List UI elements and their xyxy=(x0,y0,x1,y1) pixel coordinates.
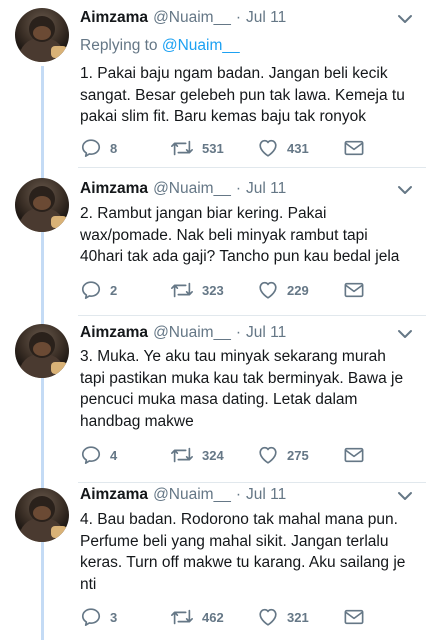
direct-message-button[interactable] xyxy=(344,136,364,160)
tweet-actions: 8 531 431 xyxy=(80,136,380,160)
tweet-actions: 4 324 275 xyxy=(80,443,380,467)
avatar[interactable] xyxy=(15,8,69,62)
reply-button[interactable]: 2 xyxy=(80,278,117,302)
direct-message-button[interactable] xyxy=(344,443,364,467)
reply-count: 2 xyxy=(110,282,118,298)
retweet-count: 531 xyxy=(202,140,224,156)
author-name[interactable]: Aimzama xyxy=(80,9,148,27)
tweet-thread: Aimzama @Nuaim__ · Jul 11 Replying to @N… xyxy=(0,0,426,640)
tweet-text: 1. Pakai baju ngam badan. Jangan beli ke… xyxy=(80,65,405,125)
replying-to-line: Replying to @Nuaim__ xyxy=(80,37,240,55)
reply-count: 3 xyxy=(110,609,118,625)
tweet-actions: 2 323 229 xyxy=(80,278,380,302)
chevron-down-icon[interactable] xyxy=(396,489,414,503)
retweet-icon xyxy=(171,609,193,625)
separator-dot: · xyxy=(235,180,241,197)
avatar[interactable] xyxy=(15,178,69,232)
heart-icon xyxy=(259,608,277,626)
chevron-down-icon[interactable] xyxy=(396,12,414,26)
author-name[interactable]: Aimzama xyxy=(80,486,148,504)
replying-to-label: Replying to xyxy=(80,37,162,54)
like-button[interactable]: 431 xyxy=(257,136,309,160)
retweet-count: 323 xyxy=(202,282,224,298)
like-count: 431 xyxy=(287,140,309,156)
tweet-3[interactable]: Aimzama @Nuaim__ · Jul 11 3. Muka. Ye ak… xyxy=(0,316,426,484)
envelope-icon xyxy=(344,140,364,156)
tweet-text: 4. Bau badan. Rodorono tak mahal mana pu… xyxy=(80,511,406,593)
retweet-count: 324 xyxy=(202,447,224,463)
chevron-down-icon[interactable] xyxy=(396,327,414,341)
retweet-icon xyxy=(171,140,193,156)
separator-dot: · xyxy=(235,486,241,503)
tweet-date[interactable]: Jul 11 xyxy=(246,9,286,27)
author-name[interactable]: Aimzama xyxy=(80,180,148,198)
reply-icon xyxy=(81,139,101,157)
tweet-2[interactable]: Aimzama @Nuaim__ · Jul 11 2. Rambut jang… xyxy=(0,168,426,316)
tweet-date[interactable]: Jul 11 xyxy=(246,180,286,198)
replying-to-mention[interactable]: @Nuaim__ xyxy=(162,37,240,54)
tweet-divider xyxy=(78,482,426,483)
reply-count: 4 xyxy=(110,447,118,463)
envelope-icon xyxy=(344,447,364,463)
author-handle[interactable]: @Nuaim__ xyxy=(153,486,231,504)
author-handle[interactable]: @Nuaim__ xyxy=(153,324,231,342)
retweet-button[interactable]: 323 xyxy=(170,278,224,302)
reply-button[interactable]: 4 xyxy=(80,443,117,467)
reply-icon xyxy=(81,446,101,464)
retweet-icon xyxy=(171,447,193,463)
heart-icon xyxy=(259,139,277,157)
tweet-header: Aimzama @Nuaim__ · Jul 11 xyxy=(80,324,286,344)
retweet-count: 462 xyxy=(202,609,224,625)
chevron-down-icon[interactable] xyxy=(396,183,414,197)
direct-message-button[interactable] xyxy=(344,278,364,302)
author-handle[interactable]: @Nuaim__ xyxy=(153,180,231,198)
heart-icon xyxy=(259,281,277,299)
tweet-4[interactable]: Aimzama @Nuaim__ · Jul 11 4. Bau badan. … xyxy=(0,484,426,640)
retweet-button[interactable]: 324 xyxy=(170,443,224,467)
tweet-actions: 3 462 321 xyxy=(80,605,380,629)
retweet-button[interactable]: 462 xyxy=(170,605,224,629)
like-count: 229 xyxy=(287,282,309,298)
tweet-header: Aimzama @Nuaim__ · Jul 11 xyxy=(80,9,286,29)
author-handle[interactable]: @Nuaim__ xyxy=(153,9,231,27)
heart-icon xyxy=(259,446,277,464)
tweet-date[interactable]: Jul 11 xyxy=(246,486,286,504)
tweet-text: 2. Rambut jangan biar kering. Pakai wax/… xyxy=(80,205,400,265)
tweet-text: 3. Muka. Ye aku tau minyak sekarang mura… xyxy=(80,348,404,430)
tweet-header: Aimzama @Nuaim__ · Jul 11 xyxy=(80,486,286,506)
envelope-icon xyxy=(344,282,364,298)
avatar[interactable] xyxy=(15,324,69,378)
like-button[interactable]: 275 xyxy=(257,443,309,467)
like-count: 275 xyxy=(287,447,309,463)
like-count: 321 xyxy=(287,609,309,625)
reply-icon xyxy=(81,608,101,626)
direct-message-button[interactable] xyxy=(344,605,364,629)
retweet-button[interactable]: 531 xyxy=(170,136,224,160)
like-button[interactable]: 321 xyxy=(257,605,309,629)
author-name[interactable]: Aimzama xyxy=(80,324,148,342)
reply-icon xyxy=(81,281,101,299)
reply-button[interactable]: 3 xyxy=(80,605,117,629)
reply-count: 8 xyxy=(110,140,118,156)
separator-dot: · xyxy=(235,9,241,26)
tweet-header: Aimzama @Nuaim__ · Jul 11 xyxy=(80,180,286,200)
envelope-icon xyxy=(344,609,364,625)
like-button[interactable]: 229 xyxy=(257,278,309,302)
tweet-1[interactable]: Aimzama @Nuaim__ · Jul 11 Replying to @N… xyxy=(0,0,426,168)
avatar[interactable] xyxy=(15,488,69,542)
tweet-date[interactable]: Jul 11 xyxy=(246,324,286,342)
retweet-icon xyxy=(171,282,193,298)
reply-button[interactable]: 8 xyxy=(80,136,117,160)
separator-dot: · xyxy=(235,324,241,341)
